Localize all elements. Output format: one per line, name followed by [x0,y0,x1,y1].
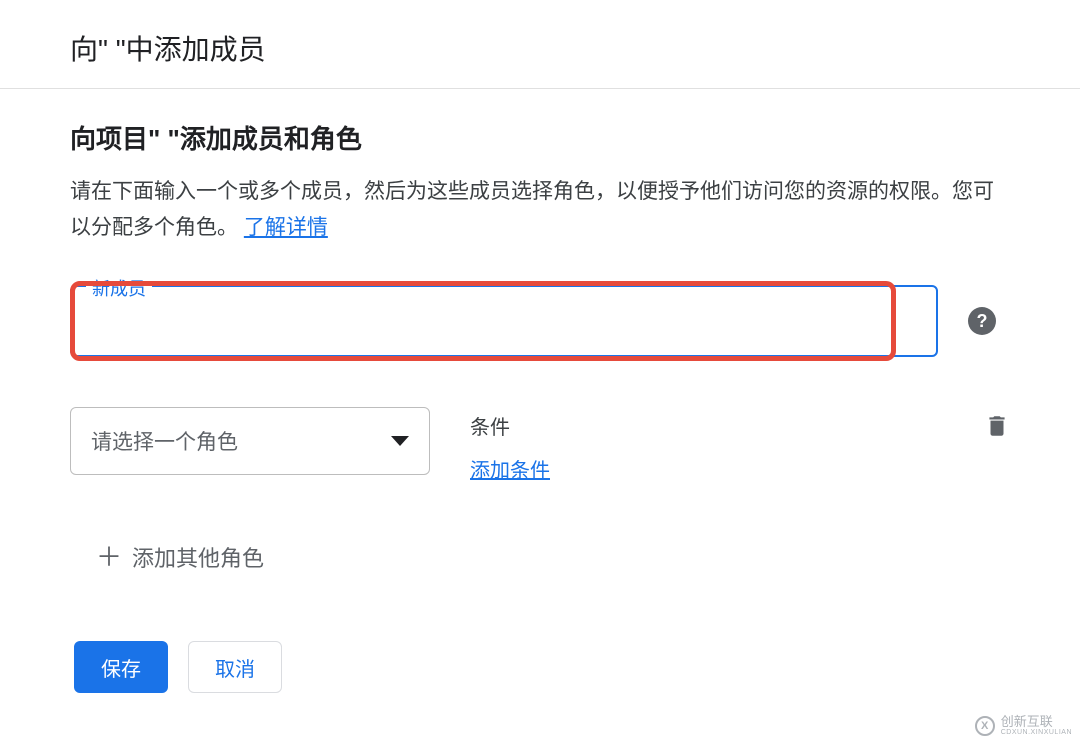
add-condition-link[interactable]: 添加条件 [470,460,550,482]
new-members-label: 新成员 [86,275,152,301]
plus-icon: ＋ [96,544,122,570]
description-body: 请在下面输入一个或多个成员，然后为这些成员选择角色，以便授予他们访问您的资源的权… [70,180,994,239]
add-another-role-button[interactable]: ＋ 添加其他角色 [80,533,280,581]
condition-column: 条件 添加条件 [470,407,944,483]
new-members-row: 新成员 ? [70,285,1010,357]
role-select-wrap: 请选择一个角色 [70,407,430,475]
role-select-placeholder: 请选择一个角色 [91,426,238,456]
role-row: 请选择一个角色 条件 添加条件 [70,407,1010,483]
watermark-logo-icon: X [975,716,995,736]
delete-role-button[interactable] [984,407,1010,439]
dialog-title: 向" "中添加成员 [0,0,1080,89]
role-select[interactable]: 请选择一个角色 [70,407,430,475]
save-button[interactable]: 保存 [74,641,168,693]
add-another-role-label: 添加其他角色 [132,541,264,573]
condition-label: 条件 [470,411,944,440]
dialog-content: 向项目" "添加成员和角色 请在下面输入一个或多个成员，然后为这些成员选择角色，… [0,89,1080,713]
trash-icon [984,413,1010,439]
help-icon: ? [968,307,996,335]
description-text: 请在下面输入一个或多个成员，然后为这些成员选择角色，以便授予他们访问您的资源的权… [70,174,1010,245]
watermark: X 创新互联 CDXUN.XINXULIAN [975,715,1072,736]
watermark-sub: CDXUN.XINXULIAN [1001,729,1072,736]
section-title: 向项目" "添加成员和角色 [70,119,1010,156]
watermark-brand: 创新互联 [1001,715,1072,729]
dialog-actions: 保存 取消 [70,641,1010,693]
help-button[interactable]: ? [954,285,1010,357]
chevron-down-icon [391,436,409,446]
new-members-input[interactable] [90,310,918,333]
cancel-button[interactable]: 取消 [188,641,282,693]
learn-more-link[interactable]: 了解详情 [244,216,328,239]
new-members-field[interactable]: 新成员 [70,285,938,357]
